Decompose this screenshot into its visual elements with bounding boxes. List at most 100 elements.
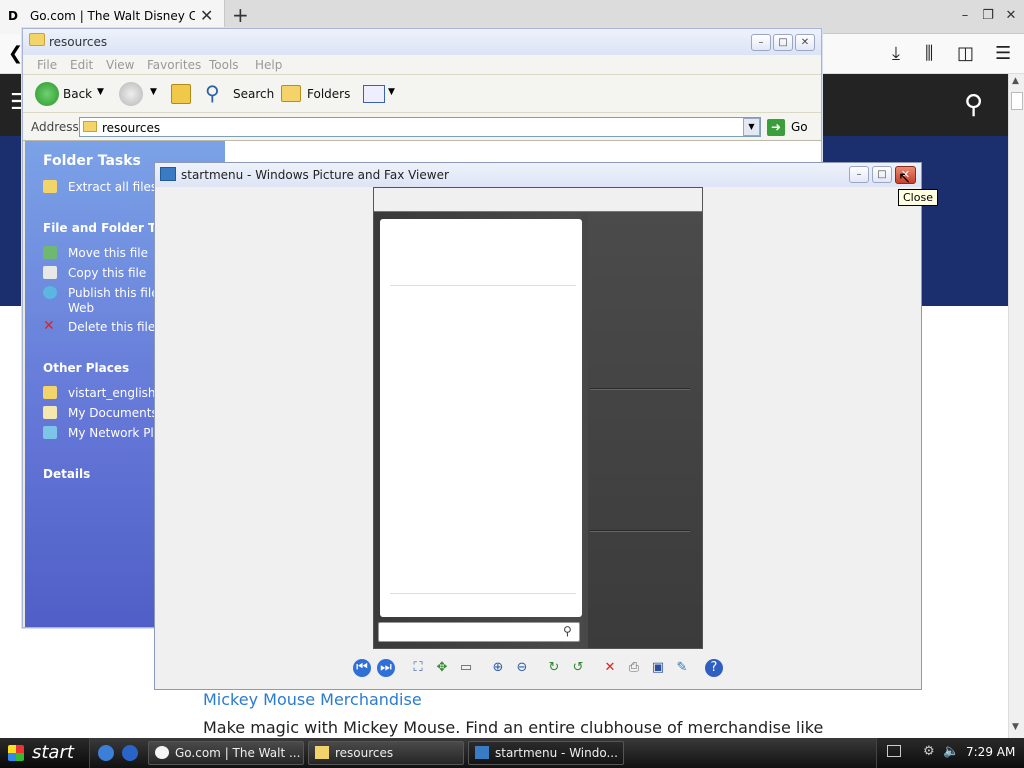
task-firefox-label: Go.com | The Walt ... — [175, 746, 301, 760]
zoom-in-icon[interactable]: ⊕ — [489, 659, 507, 677]
actual-size-icon[interactable]: ✥ — [433, 659, 451, 677]
folder-icon — [29, 33, 45, 46]
menu-edit[interactable]: Edit — [70, 58, 93, 72]
displayed-image: ⚲ — [373, 187, 703, 649]
browser-quicklaunch-icon[interactable] — [122, 745, 138, 761]
image-search-icon: ⚲ — [563, 624, 572, 638]
scroll-up-icon[interactable]: ▲ — [1012, 76, 1019, 86]
extract-all-link[interactable]: Extract all files — [68, 180, 157, 194]
edit-image-icon[interactable]: ✎ — [673, 659, 691, 677]
menu-tools[interactable]: Tools — [209, 58, 239, 72]
print-icon[interactable]: ⎙ — [625, 659, 643, 677]
downloads-icon[interactable]: ⤓ — [892, 43, 900, 64]
viewer-canvas: ⚲ ⏮ ⏭ ⛶ ✥ ▭ ⊕ ⊖ ↻ ↺ ✕ ⎙ ▣ ✎ ? — [155, 187, 921, 689]
go-arrow-icon[interactable]: ➜ — [767, 119, 785, 136]
image-top-strip — [374, 188, 702, 212]
views-dropdown-icon[interactable]: ▼ — [388, 87, 395, 97]
show-desktop-icon[interactable] — [98, 745, 114, 761]
viewer-maximize-button[interactable]: □ — [872, 166, 892, 183]
folders-button[interactable]: Folders — [307, 87, 350, 101]
explorer-maximize-button[interactable]: □ — [773, 34, 793, 51]
delete-image-icon[interactable]: ✕ — [601, 659, 619, 677]
other-places-title: Other Places — [43, 361, 130, 375]
browser-restore-button[interactable]: ❐ — [978, 6, 998, 26]
volume-icon[interactable]: 🔈 — [943, 744, 959, 759]
move-icon — [43, 246, 57, 259]
next-image-icon[interactable]: ⏭ — [377, 659, 395, 677]
start-label: start — [32, 742, 74, 763]
go-button[interactable]: Go — [791, 120, 808, 134]
page-scrollbar[interactable]: ▲ ▼ — [1008, 74, 1024, 738]
back-button[interactable]: Back — [63, 87, 92, 101]
zoom-out-icon[interactable]: ⊖ — [513, 659, 531, 677]
slideshow-icon[interactable]: ▭ — [457, 659, 475, 677]
folders-icon[interactable] — [281, 85, 301, 102]
views-icon[interactable] — [363, 85, 385, 103]
viewer-task-icon — [475, 746, 489, 759]
address-input[interactable]: resources — [79, 117, 761, 137]
viewer-minimize-button[interactable]: – — [849, 166, 869, 183]
copy-icon — [43, 266, 57, 279]
scroll-down-icon[interactable]: ▼ — [1012, 722, 1019, 732]
back-dropdown-icon[interactable]: ▼ — [97, 87, 104, 97]
place-my-documents[interactable]: My Documents — [68, 406, 158, 420]
my-documents-icon — [43, 406, 57, 419]
previous-image-icon[interactable]: ⏮ — [353, 659, 371, 677]
image-right-pane — [588, 212, 702, 648]
viewer-app-icon — [160, 167, 176, 181]
back-arrow-icon[interactable] — [35, 82, 59, 106]
move-file-link[interactable]: Move this file — [68, 246, 148, 260]
menu-file[interactable]: File — [37, 58, 57, 72]
explorer-title-bar[interactable]: resources – □ ✕ — [23, 29, 821, 55]
viewer-title-bar[interactable]: startmenu - Windows Picture and Fax View… — [155, 163, 921, 187]
library-icon[interactable]: ⫼ — [925, 43, 933, 64]
explorer-title: resources — [49, 35, 108, 49]
explorer-menu-bar: File Edit View Favorites Tools Help — [23, 55, 821, 75]
menu-icon[interactable]: ☰ — [995, 43, 1011, 64]
best-fit-icon[interactable]: ⛶ — [409, 659, 427, 677]
browser-minimize-button[interactable]: – — [955, 6, 975, 26]
task-explorer[interactable]: resources — [308, 741, 464, 765]
sidebar-icon[interactable]: ◫ — [957, 43, 974, 64]
network-icon[interactable]: ⚙ — [923, 744, 935, 759]
publish-icon — [43, 286, 57, 299]
place-my-network[interactable]: My Network Plac — [68, 426, 168, 440]
search-icon[interactable]: ⚲ — [205, 81, 220, 105]
task-viewer[interactable]: startmenu - Windo... — [468, 741, 624, 765]
browser-close-button[interactable]: ✕ — [1001, 6, 1021, 26]
delete-file-link[interactable]: Delete this file — [68, 320, 155, 334]
publish-file-link[interactable]: Publish this file t — [68, 286, 167, 300]
up-folder-icon[interactable] — [171, 84, 191, 104]
address-label: Address — [31, 120, 79, 134]
address-dropdown-icon[interactable]: ▼ — [743, 118, 760, 136]
forward-dropdown-icon[interactable]: ▼ — [150, 87, 157, 97]
firefox-task-icon — [155, 746, 169, 759]
menu-view[interactable]: View — [106, 58, 134, 72]
forward-arrow-icon[interactable] — [119, 82, 143, 106]
start-button[interactable]: start — [0, 738, 90, 768]
close-tab-icon[interactable]: ✕ — [200, 6, 213, 25]
clock[interactable]: 7:29 AM — [966, 745, 1015, 759]
menu-favorites[interactable]: Favorites — [147, 58, 201, 72]
page-search-icon[interactable]: ⚲ — [964, 90, 983, 120]
details-title[interactable]: Details — [43, 467, 90, 481]
search-button[interactable]: Search — [233, 87, 274, 101]
keyboard-icon[interactable] — [887, 745, 901, 757]
rotate-clockwise-icon[interactable]: ↻ — [545, 659, 563, 677]
help-icon[interactable]: ? — [705, 659, 723, 677]
explorer-minimize-button[interactable]: – — [751, 34, 771, 51]
browser-back-icon[interactable]: ❮ — [8, 43, 23, 64]
task-firefox[interactable]: Go.com | The Walt ... — [148, 741, 304, 765]
zip-folder-icon — [43, 386, 57, 399]
menu-help[interactable]: Help — [255, 58, 282, 72]
folder-tasks-title: Folder Tasks — [43, 153, 141, 169]
new-tab-button[interactable]: + — [232, 3, 249, 27]
explorer-close-button[interactable]: ✕ — [795, 34, 815, 51]
scroll-thumb[interactable] — [1011, 92, 1023, 110]
mickey-merchandise-link[interactable]: Mickey Mouse Merchandise — [203, 690, 422, 709]
save-icon[interactable]: ▣ — [649, 659, 667, 677]
rotate-counterclockwise-icon[interactable]: ↺ — [569, 659, 587, 677]
copy-file-link[interactable]: Copy this file — [68, 266, 146, 280]
publish-file-link-line2[interactable]: Web — [68, 301, 94, 315]
extract-icon — [43, 180, 57, 193]
